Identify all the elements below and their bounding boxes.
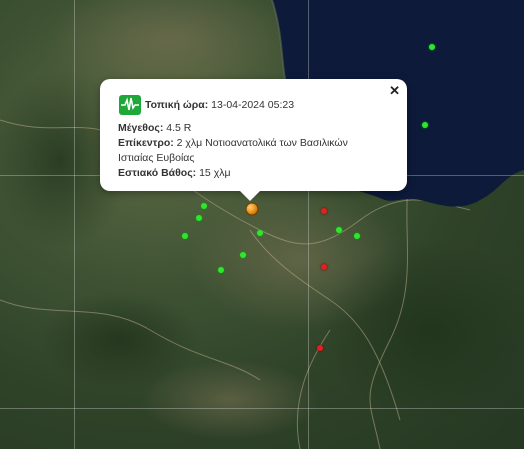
time-label: Τοπική ώρα: [145,99,209,111]
earthquake-marker-red[interactable] [321,264,327,270]
earthquake-marker-green[interactable] [182,233,188,239]
time-value: 13-04-2024 05:23 [211,99,295,111]
grid-line [308,0,309,449]
epicenter-row: Επίκεντρο: 2 χλμ Νοτιοανατολικά των Βασι… [118,137,348,149]
earthquake-marker-green[interactable] [196,215,202,221]
time-row: Τοπική ώρα: 13-04-2024 05:23 [119,95,294,115]
earthquake-marker-green[interactable] [354,233,360,239]
earthquake-marker-green[interactable] [257,230,263,236]
magnitude-value: 4.5 R [166,122,192,134]
earthquake-marker-green[interactable] [336,227,342,233]
depth-row: Εστιακό Βάθος: 15 χλμ [118,167,231,179]
seismograph-icon [119,95,141,115]
grid-line [74,0,75,449]
close-icon[interactable]: ✕ [389,83,400,99]
satellite-map[interactable]: ✕ Τοπική ώρα: 13-04-2024 05:23 Μέγεθος: … [0,0,524,449]
epicenter-label: Επίκεντρο: [118,137,174,149]
epicenter-value-line1: 2 χλμ Νοτιοανατολικά των Βασιλικών [176,137,348,149]
sea-area [271,0,524,207]
earthquake-marker-red[interactable] [321,208,327,214]
depth-value: 15 χλμ [199,167,231,179]
earthquake-marker-green[interactable] [422,122,428,128]
magnitude-label: Μέγεθος: [118,122,164,134]
earthquake-marker-green[interactable] [240,252,246,258]
earthquake-marker-red[interactable] [317,345,323,351]
grid-line [0,408,524,409]
epicenter-row-2: Ιστιαίας Ευβοίας [118,152,194,164]
earthquake-marker-green[interactable] [201,203,207,209]
depth-label: Εστιακό Βάθος: [118,167,197,179]
magnitude-row: Μέγεθος: 4.5 R [118,122,191,134]
epicenter-value-line2: Ιστιαίας Ευβοίας [118,152,195,164]
main-earthquake-marker[interactable] [245,202,259,216]
earthquake-info-popup: ✕ Τοπική ώρα: 13-04-2024 05:23 Μέγεθος: … [100,79,407,201]
earthquake-marker-green[interactable] [429,44,435,50]
earthquake-marker-green[interactable] [218,267,224,273]
